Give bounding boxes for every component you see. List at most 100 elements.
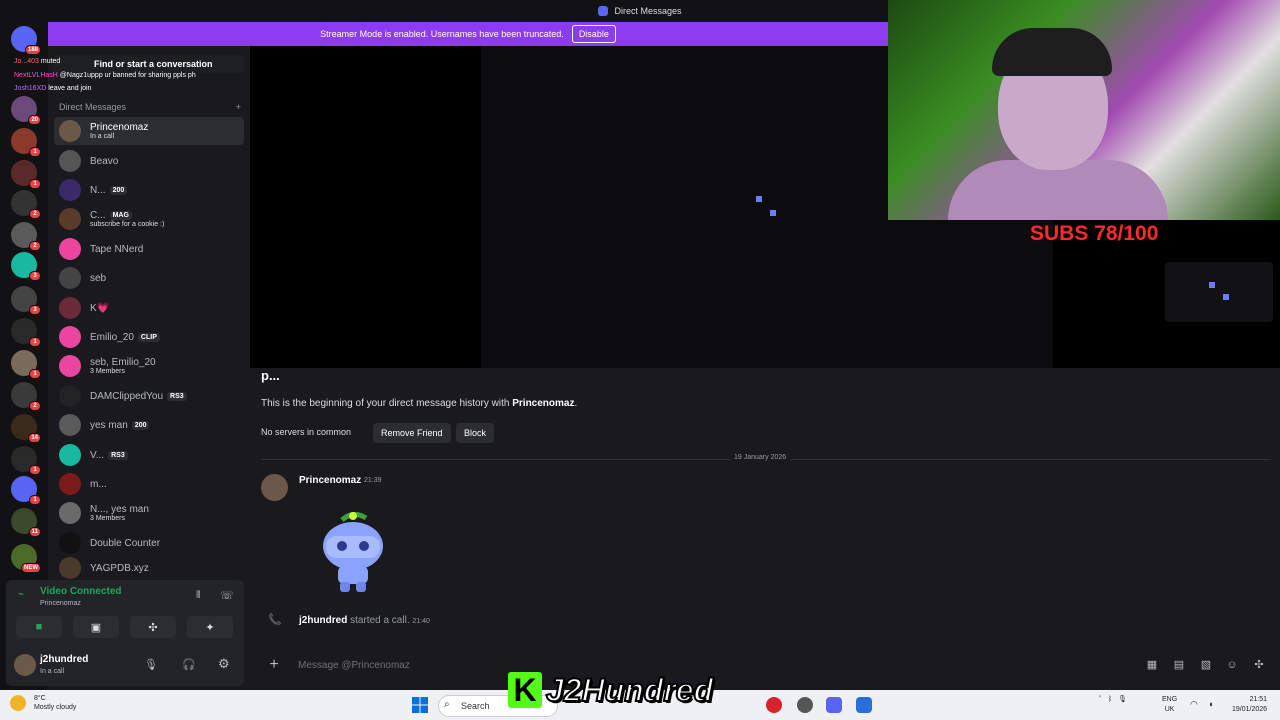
avatar (59, 532, 81, 554)
dm-name: YAGPDB.xyz (90, 562, 149, 574)
dm-name: Emilio_20 (90, 331, 134, 343)
dm-header: Direct Messages + (59, 102, 241, 114)
message-composer[interactable]: + Message @Princenomaz (258, 652, 1272, 678)
server-icon[interactable]: 1 (11, 446, 41, 475)
camera-button[interactable]: ■ (16, 616, 62, 638)
server-tag-badge: MAG (109, 211, 132, 220)
server-icon[interactable]: 11 (11, 508, 41, 537)
message-avatar[interactable] (261, 474, 288, 501)
server-icon[interactable]: 14 (11, 414, 41, 443)
wifi-icon[interactable]: ◠ (1190, 699, 1198, 710)
server-badge: 11 (28, 527, 41, 537)
message-author[interactable]: Princenomaz (299, 475, 361, 486)
dm-item[interactable]: Beavo (54, 147, 244, 175)
weather-widget[interactable]: 8°C Mostly cloudy (10, 694, 76, 712)
avatar (59, 179, 81, 201)
chevron-up-icon: ⌃ (1098, 696, 1103, 703)
server-icon[interactable]: 1 (11, 476, 41, 505)
dm-item[interactable]: Emilio_20 CLIP (54, 323, 244, 351)
server-icon[interactable]: 2 (11, 382, 41, 411)
opera-icon[interactable] (766, 697, 782, 713)
avatar[interactable] (14, 654, 36, 676)
remove-friend-button[interactable]: Remove Friend (373, 423, 451, 443)
microphone-icon: 🎙 (1118, 696, 1127, 703)
dm-item[interactable]: Double Counter (54, 529, 244, 557)
conversation-title: p... (261, 368, 280, 383)
discord-taskbar-icon[interactable] (826, 697, 842, 713)
dm-item[interactable]: seb (54, 264, 244, 292)
dm-item[interactable]: DAMClippedYou RS3 (54, 382, 244, 410)
chat-overlay-line: Josh16XD leave and join (14, 85, 92, 92)
attach-plus-icon[interactable]: + (264, 656, 284, 674)
headphones-icon[interactable]: 🎧 (182, 658, 196, 671)
voice-channel[interactable]: Princenomaz (40, 600, 81, 607)
call-event: j2hundred started a call. 21:40 (299, 615, 430, 626)
secondary-video-tile[interactable] (1165, 262, 1273, 322)
windows-start-icon[interactable] (412, 697, 428, 713)
server-icon[interactable]: 3 (11, 286, 41, 315)
streamer-mode-text: Streamer Mode is enabled. Usernames have… (320, 29, 564, 39)
dm-item[interactable]: C... MAG subscribe for a cookie :) (54, 205, 244, 233)
server-badge: 1 (29, 369, 41, 379)
apps-icon[interactable]: ✣ (1253, 659, 1265, 671)
dm-item[interactable]: N... 200 (54, 176, 244, 204)
avatar (59, 150, 81, 172)
chat-overlay-line: Jo...403 muted (14, 58, 61, 65)
dm-item[interactable]: K💗 (54, 294, 244, 322)
composer-placeholder[interactable]: Message @Princenomaz (298, 660, 410, 671)
dm-item[interactable]: V... RS3 (54, 441, 244, 469)
server-icon[interactable]: 2 (11, 190, 41, 219)
server-icon[interactable]: 1 (11, 160, 41, 189)
dm-item[interactable]: yes man 200 (54, 411, 244, 439)
server-icon[interactable]: 20 (11, 96, 41, 125)
noise-suppression-icon[interactable]: ⦀ (196, 590, 200, 601)
create-dm-plus-icon[interactable]: + (236, 102, 241, 114)
server-icon[interactable]: 2 (11, 222, 41, 251)
screen-share-button[interactable]: ▣ (73, 616, 119, 638)
volume-icon[interactable]: ◖ (1208, 699, 1213, 709)
microphone-icon[interactable]: 🎙 (144, 658, 158, 671)
avatar (59, 444, 81, 466)
dm-item[interactable]: Tape NNerd (54, 235, 244, 263)
server-icon[interactable]: NEW (11, 544, 41, 573)
server-icon[interactable]: 3 (11, 252, 41, 281)
wumpus-wave-sticker[interactable] (312, 508, 394, 594)
soundboard-button[interactable]: ✦ (187, 616, 233, 638)
avatar (59, 238, 81, 260)
language-indicator[interactable]: ENG UK (1162, 695, 1177, 715)
home-button[interactable]: 188 (11, 26, 41, 55)
gif-icon[interactable]: ▤ (1173, 659, 1185, 671)
clock[interactable]: 21:51 19/01/2026 (1232, 695, 1267, 715)
signal-icon: ⌁ (18, 589, 25, 600)
server-icon[interactable]: 1 (11, 128, 41, 157)
logo-text: J2Hundred (545, 671, 714, 709)
loading-dot (756, 196, 762, 202)
settings-gear-icon[interactable]: ⚙ (218, 656, 230, 672)
loading-dot (1223, 294, 1229, 300)
emoji-icon[interactable]: ☺ (1226, 659, 1238, 671)
avatar (59, 355, 81, 377)
block-button[interactable]: Block (456, 423, 495, 443)
app-icon[interactable] (797, 697, 813, 713)
dm-item[interactable]: m... (54, 470, 244, 498)
home-badge: 188 (24, 45, 41, 55)
dm-item[interactable]: N..., yes man 3 Members (54, 499, 244, 527)
activities-button[interactable]: ✣ (130, 616, 176, 638)
dm-item[interactable]: Princenomaz In a call (54, 117, 244, 145)
dm-name: Princenomaz (90, 122, 149, 133)
gift-icon[interactable]: ▦ (1146, 659, 1158, 671)
disable-streamer-button[interactable]: Disable (571, 25, 616, 43)
disconnect-icon[interactable]: ☏ (220, 589, 234, 602)
dm-item[interactable]: seb, Emilio_20 3 Members (54, 352, 244, 380)
server-icon[interactable]: 1 (11, 350, 41, 379)
avatar (59, 385, 81, 407)
sticker-icon[interactable]: ▧ (1200, 659, 1212, 671)
server-icon[interactable]: 1 (11, 318, 41, 347)
app-icon[interactable] (856, 697, 872, 713)
username[interactable]: j2hundred (40, 654, 88, 665)
dm-subtext: In a call (90, 133, 115, 140)
dm-item[interactable]: YAGPDB.xyz (54, 554, 244, 582)
system-tray[interactable]: ⌃ ᛒ 🎙 (1098, 695, 1127, 703)
dm-subtext: 3 Members (90, 368, 126, 375)
find-conversation-button[interactable]: Find or start a conversation (54, 55, 244, 73)
